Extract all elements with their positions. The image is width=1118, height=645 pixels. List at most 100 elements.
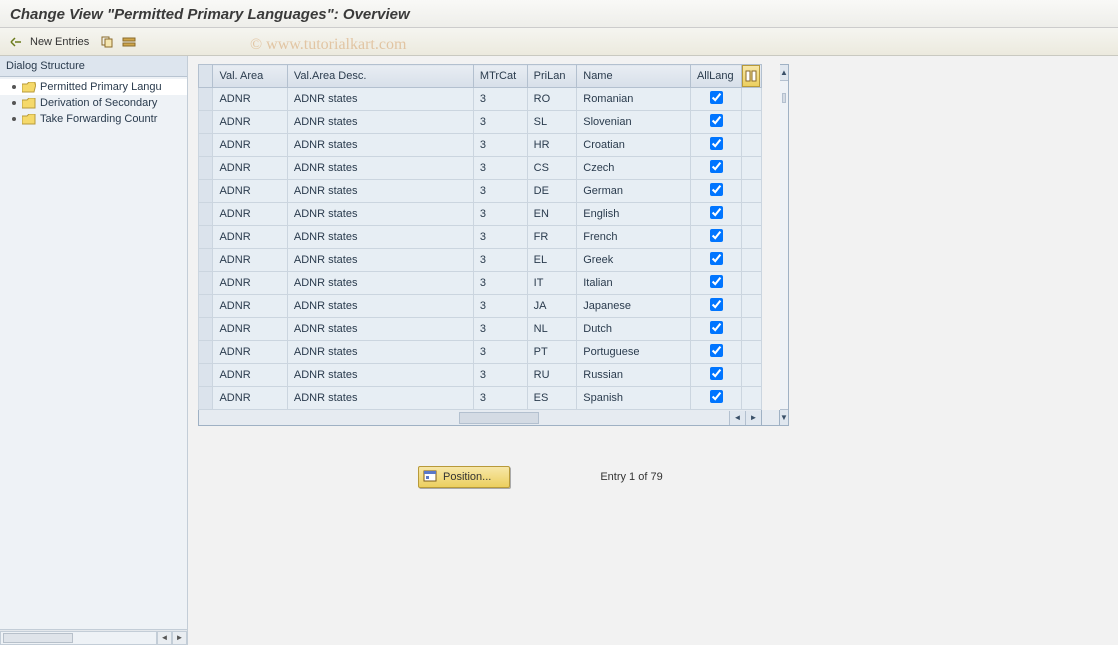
new-entries-button[interactable]: New Entries: [30, 36, 89, 48]
cell-val-area-desc[interactable]: ADNR states: [287, 88, 473, 111]
cell-mtrcat[interactable]: 3: [473, 203, 527, 226]
cell-alllang[interactable]: [690, 157, 741, 180]
cell-prilan[interactable]: ES: [527, 387, 577, 410]
cell-val-area[interactable]: ADNR: [213, 88, 287, 111]
cell-name[interactable]: Romanian: [577, 88, 691, 111]
tree-item[interactable]: Derivation of Secondary: [0, 95, 187, 111]
row-selector[interactable]: [199, 272, 213, 295]
cell-prilan[interactable]: RU: [527, 364, 577, 387]
cell-mtrcat[interactable]: 3: [473, 249, 527, 272]
cell-val-area[interactable]: ADNR: [213, 111, 287, 134]
cell-alllang[interactable]: [690, 364, 741, 387]
cell-name[interactable]: Spanish: [577, 387, 691, 410]
alllang-checkbox[interactable]: [710, 91, 723, 104]
cell-val-area-desc[interactable]: ADNR states: [287, 111, 473, 134]
cell-mtrcat[interactable]: 3: [473, 134, 527, 157]
row-selector[interactable]: [199, 364, 213, 387]
alllang-checkbox[interactable]: [710, 252, 723, 265]
toggle-icon[interactable]: [8, 34, 24, 50]
row-selector[interactable]: [199, 111, 213, 134]
cell-val-area-desc[interactable]: ADNR states: [287, 203, 473, 226]
cell-val-area-desc[interactable]: ADNR states: [287, 226, 473, 249]
cell-val-area-desc[interactable]: ADNR states: [287, 295, 473, 318]
cell-name[interactable]: French: [577, 226, 691, 249]
configure-columns-icon[interactable]: [742, 65, 760, 87]
alllang-checkbox[interactable]: [710, 390, 723, 403]
cell-alllang[interactable]: [690, 341, 741, 364]
cell-name[interactable]: Croatian: [577, 134, 691, 157]
table-scroll-up-icon[interactable]: ▲: [780, 65, 788, 81]
select-all-icon[interactable]: [121, 34, 137, 50]
cell-val-area-desc[interactable]: ADNR states: [287, 249, 473, 272]
col-val-area-desc[interactable]: Val.Area Desc.: [287, 65, 473, 88]
cell-prilan[interactable]: FR: [527, 226, 577, 249]
cell-val-area[interactable]: ADNR: [213, 318, 287, 341]
cell-val-area-desc[interactable]: ADNR states: [287, 387, 473, 410]
cell-val-area-desc[interactable]: ADNR states: [287, 318, 473, 341]
cell-val-area[interactable]: ADNR: [213, 157, 287, 180]
alllang-checkbox[interactable]: [710, 344, 723, 357]
cell-prilan[interactable]: DE: [527, 180, 577, 203]
scroll-left-icon[interactable]: ◄: [157, 631, 172, 645]
cell-alllang[interactable]: [690, 318, 741, 341]
col-prilan[interactable]: PriLan: [527, 65, 577, 88]
table-scroll-down-icon[interactable]: ▼: [780, 409, 788, 425]
alllang-checkbox[interactable]: [710, 229, 723, 242]
cell-val-area-desc[interactable]: ADNR states: [287, 341, 473, 364]
cell-val-area[interactable]: ADNR: [213, 180, 287, 203]
cell-name[interactable]: English: [577, 203, 691, 226]
cell-mtrcat[interactable]: 3: [473, 318, 527, 341]
table-scroll-right-icon[interactable]: ►: [745, 411, 761, 425]
col-val-area[interactable]: Val. Area: [213, 65, 287, 88]
row-selector[interactable]: [199, 341, 213, 364]
row-selector[interactable]: [199, 88, 213, 111]
alllang-checkbox[interactable]: [710, 160, 723, 173]
col-mtrcat[interactable]: MTrCat: [473, 65, 527, 88]
table-hscroll[interactable]: ◄ ►: [198, 410, 762, 426]
cell-val-area[interactable]: ADNR: [213, 203, 287, 226]
row-selector[interactable]: [199, 295, 213, 318]
cell-alllang[interactable]: [690, 272, 741, 295]
row-selector[interactable]: [199, 157, 213, 180]
cell-prilan[interactable]: HR: [527, 134, 577, 157]
alllang-checkbox[interactable]: [710, 367, 723, 380]
row-selector[interactable]: [199, 180, 213, 203]
cell-name[interactable]: Czech: [577, 157, 691, 180]
alllang-checkbox[interactable]: [710, 321, 723, 334]
cell-prilan[interactable]: IT: [527, 272, 577, 295]
alllang-checkbox[interactable]: [710, 298, 723, 311]
cell-alllang[interactable]: [690, 295, 741, 318]
cell-val-area[interactable]: ADNR: [213, 249, 287, 272]
alllang-checkbox[interactable]: [710, 183, 723, 196]
cell-alllang[interactable]: [690, 111, 741, 134]
cell-alllang[interactable]: [690, 387, 741, 410]
cell-val-area[interactable]: ADNR: [213, 387, 287, 410]
cell-val-area[interactable]: ADNR: [213, 134, 287, 157]
cell-prilan[interactable]: JA: [527, 295, 577, 318]
cell-val-area[interactable]: ADNR: [213, 226, 287, 249]
cell-name[interactable]: Russian: [577, 364, 691, 387]
table-vscroll[interactable]: ▲ ▼: [780, 64, 789, 426]
cell-mtrcat[interactable]: 3: [473, 341, 527, 364]
alllang-checkbox[interactable]: [710, 114, 723, 127]
tree-item[interactable]: Take Forwarding Countr: [0, 111, 187, 127]
cell-name[interactable]: Portuguese: [577, 341, 691, 364]
cell-mtrcat[interactable]: 3: [473, 226, 527, 249]
cell-name[interactable]: Slovenian: [577, 111, 691, 134]
row-selector[interactable]: [199, 318, 213, 341]
cell-name[interactable]: Dutch: [577, 318, 691, 341]
cell-mtrcat[interactable]: 3: [473, 387, 527, 410]
cell-alllang[interactable]: [690, 180, 741, 203]
position-button[interactable]: Position...: [418, 466, 510, 488]
cell-name[interactable]: Italian: [577, 272, 691, 295]
cell-val-area-desc[interactable]: ADNR states: [287, 157, 473, 180]
alllang-checkbox[interactable]: [710, 137, 723, 150]
cell-prilan[interactable]: PT: [527, 341, 577, 364]
cell-val-area[interactable]: ADNR: [213, 341, 287, 364]
row-selector[interactable]: [199, 134, 213, 157]
cell-mtrcat[interactable]: 3: [473, 364, 527, 387]
cell-mtrcat[interactable]: 3: [473, 157, 527, 180]
cell-val-area-desc[interactable]: ADNR states: [287, 134, 473, 157]
cell-val-area-desc[interactable]: ADNR states: [287, 272, 473, 295]
copy-icon[interactable]: [99, 34, 115, 50]
